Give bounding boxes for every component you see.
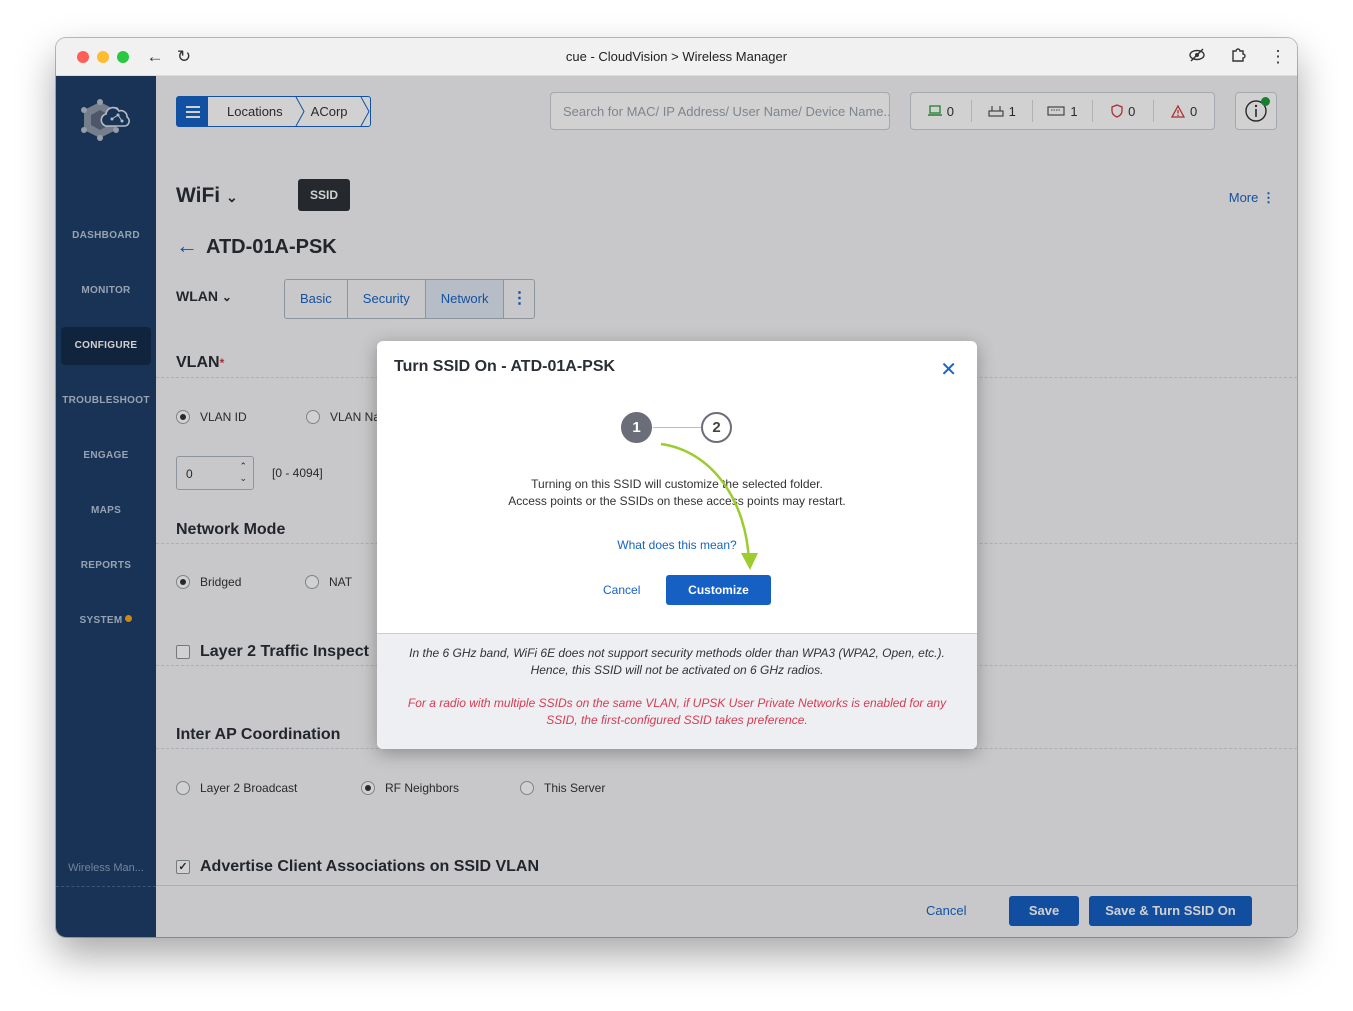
- dialog-message-line1: Turning on this SSID will customize the …: [531, 477, 823, 491]
- note-6ghz: In the 6 GHz band, WiFi 6E does not supp…: [377, 645, 977, 679]
- customize-button[interactable]: Customize: [666, 575, 771, 605]
- dialog-message: Turning on this SSID will customize the …: [377, 476, 977, 510]
- dialog-notes: In the 6 GHz band, WiFi 6E does not supp…: [377, 633, 977, 749]
- step-1-indicator: 1: [621, 412, 652, 443]
- turn-ssid-on-dialog: Turn SSID On - ATD-01A-PSK ✕ 1 2 Turning…: [377, 341, 977, 749]
- modal-backdrop: Turn SSID On - ATD-01A-PSK ✕ 1 2 Turning…: [56, 76, 1297, 937]
- help-link[interactable]: What does this mean?: [377, 538, 977, 552]
- note-upsk: For a radio with multiple SSIDs on the s…: [407, 696, 947, 727]
- dialog-cancel-button[interactable]: Cancel: [603, 583, 640, 597]
- dialog-title: Turn SSID On - ATD-01A-PSK: [394, 358, 616, 375]
- browser-window: ← ↻ cue - CloudVision > Wireless Manager…: [56, 38, 1297, 937]
- kebab-menu-icon[interactable]: ⋮: [1268, 47, 1288, 67]
- note-6ghz-line2: Hence, this SSID will not be activated o…: [530, 663, 824, 677]
- title-bar: ← ↻ cue - CloudVision > Wireless Manager…: [56, 38, 1297, 76]
- dialog-message-line2: Access points or the SSIDs on these acce…: [508, 494, 846, 508]
- extension-icon[interactable]: [1228, 47, 1248, 67]
- close-icon[interactable]: ✕: [940, 357, 957, 382]
- step-connector: [653, 427, 701, 428]
- window-title: cue - CloudVision > Wireless Manager: [565, 49, 788, 64]
- eye-off-icon[interactable]: [1187, 47, 1207, 67]
- note-6ghz-line1: In the 6 GHz band, WiFi 6E does not supp…: [409, 646, 945, 660]
- step-2-indicator: 2: [701, 412, 732, 443]
